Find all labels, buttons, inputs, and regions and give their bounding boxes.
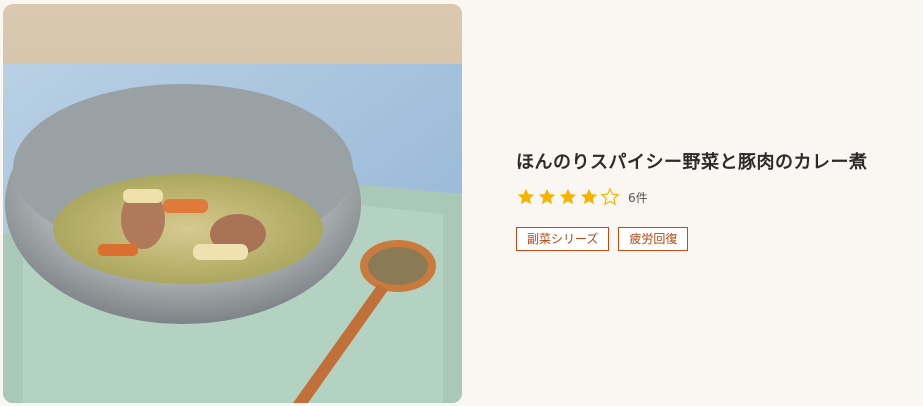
tag-side-dish-series[interactable]: 副菜シリーズ [516, 227, 610, 251]
star-empty-icon [600, 187, 620, 207]
star-filled-icon [558, 187, 578, 207]
star-filled-icon [579, 187, 599, 207]
star-filled-icon [537, 187, 557, 207]
review-count[interactable]: 6件 [628, 189, 648, 206]
rating: 6件 [516, 186, 916, 208]
recipe-photo[interactable] [3, 4, 462, 403]
tag-fatigue-recovery[interactable]: 疲労回復 [618, 227, 689, 251]
recipe-card[interactable]: ほんのりスパイシー野菜と豚肉のカレー煮 6件 副菜シリーズ 疲労回復 [0, 0, 923, 406]
recipe-title[interactable]: ほんのりスパイシー野菜と豚肉のカレー煮 [516, 150, 916, 176]
recipe-info: ほんのりスパイシー野菜と豚肉のカレー煮 6件 副菜シリーズ 疲労回復 [516, 150, 916, 251]
curry-stew-photo-icon [3, 4, 462, 403]
tag-list: 副菜シリーズ 疲労回復 [516, 227, 916, 251]
star-filled-icon [516, 187, 536, 207]
